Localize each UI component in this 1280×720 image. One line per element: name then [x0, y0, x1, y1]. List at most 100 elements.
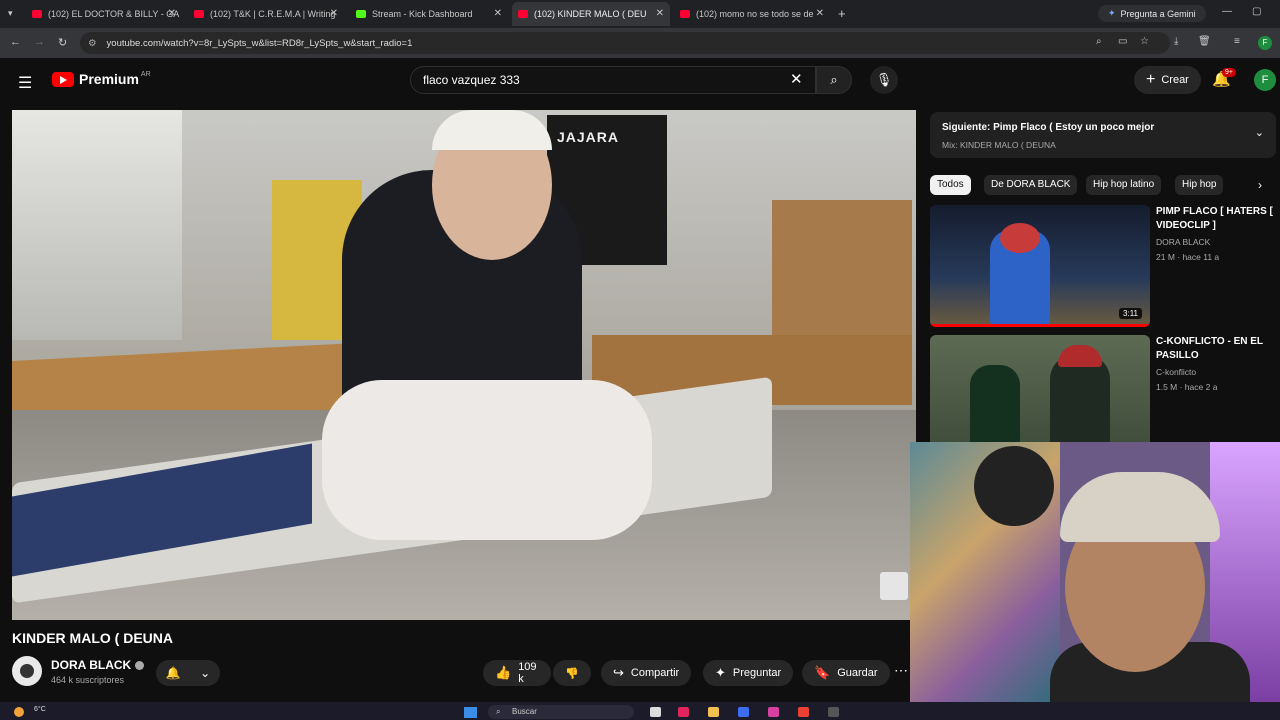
- chevron-down-icon[interactable]: ⌄: [1255, 126, 1264, 139]
- thumbnail-hood: [1058, 345, 1102, 367]
- video-scene-window: [12, 110, 182, 340]
- video-thumbnail[interactable]: [930, 335, 1150, 457]
- save-button[interactable]: 🔖 Guardar: [802, 660, 890, 686]
- video-title: KINDER MALO ( DEUNA: [12, 630, 173, 646]
- taskview-icon[interactable]: [650, 707, 661, 717]
- youtube-favicon-icon: [518, 10, 528, 18]
- close-tab-icon[interactable]: ✕: [656, 8, 664, 19]
- app-icon[interactable]: [738, 707, 749, 717]
- bookmark-star-icon[interactable]: ☆: [1140, 36, 1149, 47]
- chip-latin-hiphop[interactable]: Hip hop latino: [1086, 175, 1162, 195]
- more-actions-icon[interactable]: ⋯: [894, 662, 908, 679]
- voice-search-button[interactable]: 🎙: [870, 66, 898, 94]
- video-title-link[interactable]: PIMP FLACO [ HATERS [ VIDEOCLIP ]: [1156, 205, 1276, 233]
- chevron-down-icon: ⌄: [200, 666, 211, 680]
- close-tab-icon[interactable]: ✕: [330, 8, 338, 19]
- site-info-icon[interactable]: ⚙: [88, 38, 97, 49]
- youtube-favicon-icon: [32, 10, 42, 18]
- sparkle-icon: ✦: [715, 665, 726, 680]
- search-input[interactable]: flaco vazquez 333: [410, 66, 816, 94]
- create-label: Crear: [1161, 74, 1189, 86]
- thumbnail-hood: [1000, 223, 1040, 253]
- browser-tab[interactable]: (102) EL DOCTOR & BILLY - GA ✕: [26, 2, 182, 26]
- menu-icon[interactable]: ☰: [18, 73, 32, 93]
- video-player[interactable]: JAJARA: [12, 110, 916, 620]
- account-avatar[interactable]: F: [1254, 69, 1276, 91]
- tab-search-icon[interactable]: ▾: [8, 8, 18, 18]
- tab-label: (102) KINDER MALO ( DEU: [534, 9, 647, 19]
- folder-icon[interactable]: [708, 707, 719, 717]
- url-field[interactable]: ⚙ youtube.com/watch?v=8r_LySpts_w&list=RD…: [80, 32, 1170, 54]
- video-scene-cap: [432, 110, 552, 150]
- chip-hiphop[interactable]: Hip hop: [1175, 175, 1224, 195]
- search-value: flaco vazquez 333: [423, 73, 520, 87]
- channel-avatar[interactable]: [12, 656, 42, 686]
- up-next-panel[interactable]: Siguiente: Pimp Flaco ( Estoy un poco me…: [930, 112, 1276, 158]
- tab-label: (102) T&K | C.R.E.M.A | Writing: [210, 9, 336, 19]
- search-button[interactable]: ⌕: [816, 66, 852, 94]
- maximize-icon[interactable]: ▢: [1252, 6, 1261, 17]
- browser-tab[interactable]: Stream - Kick Dashboard ✕: [350, 2, 508, 26]
- ask-button[interactable]: ✦ Preguntar: [703, 660, 794, 686]
- dislike-button[interactable]: 👎: [553, 660, 591, 686]
- browser-tab[interactable]: (102) T&K | C.R.E.M.A | Writing ✕: [188, 2, 344, 26]
- share-icon: ↪: [613, 665, 624, 680]
- browser-tab-strip: ▾ (102) EL DOCTOR & BILLY - GA ✕ (102) T&…: [0, 0, 1280, 28]
- chevron-right-icon[interactable]: ›: [1258, 178, 1262, 192]
- youtube-favicon-icon: [194, 10, 204, 18]
- channel-name[interactable]: DORA BLACK: [51, 658, 145, 672]
- browser-profile-avatar[interactable]: F: [1258, 36, 1272, 50]
- chip-from-channel[interactable]: De DORA BLACK: [984, 175, 1078, 195]
- new-tab-icon[interactable]: +: [838, 6, 846, 21]
- browser-tab[interactable]: (102) momo no se todo se de ✕: [674, 2, 830, 26]
- up-next-mix: Mix: KINDER MALO ( DEUNA: [942, 140, 1056, 150]
- app-icon[interactable]: [828, 707, 839, 717]
- tab-label: (102) momo no se todo se de: [696, 9, 814, 19]
- url-text: youtube.com/watch?v=8r_LySpts_w&list=RD8…: [106, 37, 413, 49]
- like-button[interactable]: 👍 109 k: [483, 660, 551, 686]
- channel-watermark-icon[interactable]: [880, 572, 908, 600]
- gemini-button[interactable]: ✦ Pregunta a Gemini: [1098, 5, 1206, 22]
- subscription-notifications-button[interactable]: 🔔 ⌄: [156, 660, 220, 686]
- country-code: AR: [140, 70, 151, 78]
- trash-icon[interactable]: 🗑: [1198, 36, 1211, 47]
- browser-tab-active[interactable]: (102) KINDER MALO ( DEU ✕: [512, 2, 670, 26]
- back-icon[interactable]: ←: [10, 36, 21, 48]
- close-tab-icon[interactable]: ✕: [168, 8, 176, 19]
- clear-search-icon[interactable]: ✕: [790, 70, 803, 88]
- media-controls-icon[interactable]: ≡: [1234, 36, 1240, 47]
- install-icon[interactable]: ▭: [1118, 36, 1127, 47]
- gemini-label: Pregunta a Gemini: [1120, 8, 1196, 19]
- chrome-icon[interactable]: [798, 707, 809, 717]
- save-label: Guardar: [837, 667, 878, 679]
- video-channel[interactable]: DORA BLACK: [1156, 237, 1210, 247]
- video-title-link[interactable]: C-KONFLICTO - EN EL PASILLO: [1156, 335, 1276, 363]
- forward-icon[interactable]: →: [34, 36, 45, 48]
- video-duration: 3:11: [1119, 308, 1142, 319]
- reload-icon[interactable]: ↻: [58, 36, 67, 49]
- video-channel[interactable]: C-konflicto: [1156, 367, 1196, 377]
- weather-icon[interactable]: [14, 707, 24, 717]
- downloads-icon[interactable]: ⤓: [1174, 36, 1178, 47]
- windows-start-icon[interactable]: [464, 707, 477, 718]
- share-button[interactable]: ↪ Compartir: [601, 660, 692, 686]
- chip-all[interactable]: Todos: [930, 175, 971, 195]
- zoom-icon[interactable]: ⌕: [1096, 36, 1102, 47]
- minimize-icon[interactable]: —: [1222, 6, 1232, 17]
- video-thumbnail[interactable]: 3:11: [930, 205, 1150, 327]
- kick-favicon-icon: [356, 10, 366, 18]
- mic-icon: 🎙: [875, 72, 893, 87]
- instagram-icon[interactable]: [768, 707, 779, 717]
- address-bar: ← → ↻ ⚙ youtube.com/watch?v=8r_LySpts_w&l…: [0, 28, 1280, 58]
- taskbar-search[interactable]: ⌕ Buscar: [488, 705, 634, 719]
- close-tab-icon[interactable]: ✕: [816, 8, 824, 19]
- search-icon: ⌕: [496, 707, 501, 716]
- webcam-microphone: [974, 446, 1054, 526]
- webcam-cap: [1060, 472, 1220, 542]
- thumb-down-icon: 👎: [565, 667, 579, 680]
- app-icon[interactable]: [678, 707, 689, 717]
- logo-text: Premium: [79, 71, 139, 87]
- close-tab-icon[interactable]: ✕: [494, 8, 502, 19]
- youtube-logo[interactable]: Premium AR: [52, 71, 151, 87]
- create-button[interactable]: + Crear: [1134, 66, 1201, 94]
